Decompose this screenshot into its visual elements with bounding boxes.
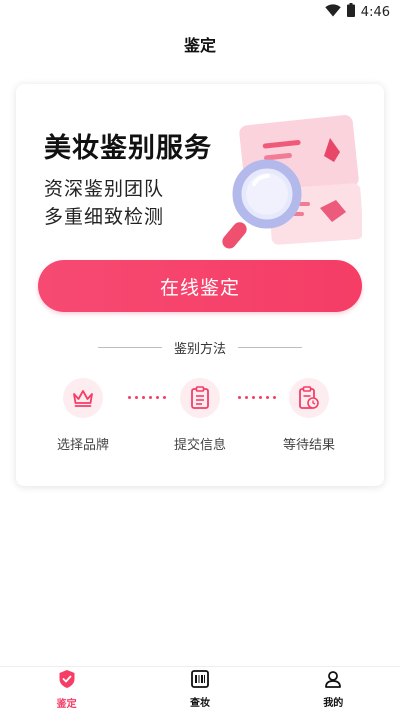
method-divider: 鉴别方法 [98,338,302,357]
step-label: 提交信息 [173,438,226,453]
document-icon [180,378,220,418]
barcode-box-icon [191,670,209,692]
hero-title: 美妆鉴别服务 [44,133,212,164]
step-select-brand: 选择品牌 [38,378,128,453]
status-icons: 4:46 [325,3,390,21]
appraisal-illustration [212,112,364,252]
hero-subtitle-2: 多重细致检测 [44,206,165,228]
method-title: 鉴别方法 [173,341,226,357]
status-time: 4:46 [360,4,390,20]
step-label: 等待结果 [282,438,335,453]
page-title: 鉴定 [183,36,216,55]
nav-label: 我的 [323,698,344,709]
wifi-icon [325,3,341,21]
user-icon [324,670,342,692]
step-label: 选择品牌 [56,438,109,453]
bottom-nav: 鉴定 查妆 我的 [0,666,400,710]
nav-item-mine[interactable]: 我的 [267,667,400,710]
online-appraisal-button[interactable]: 在线鉴定 [38,260,362,312]
divider-line-left [98,346,162,348]
divider-line-right [237,346,302,348]
step-submit-info: 提交信息 [155,378,245,453]
battery-icon [346,3,355,21]
status-bar: 4:46 [0,0,400,22]
hero-subtitle-1: 资深鉴别团队 [44,178,165,200]
step-wait-result: 等待结果 [264,378,354,453]
nav-label: 查妆 [189,698,210,709]
crown-icon [63,378,103,418]
shield-check-icon [58,669,76,693]
appraisal-card: 美妆鉴别服务 资深鉴别团队 多重细致检测 在线鉴定 鉴别方法 选择品牌 提交信息… [16,84,384,486]
clock-document-icon [289,378,329,418]
nav-label: 鉴定 [56,699,77,710]
nav-item-check-makeup[interactable]: 查妆 [133,667,266,710]
header: 鉴定 [0,22,400,66]
nav-item-appraisal[interactable]: 鉴定 [0,667,133,710]
